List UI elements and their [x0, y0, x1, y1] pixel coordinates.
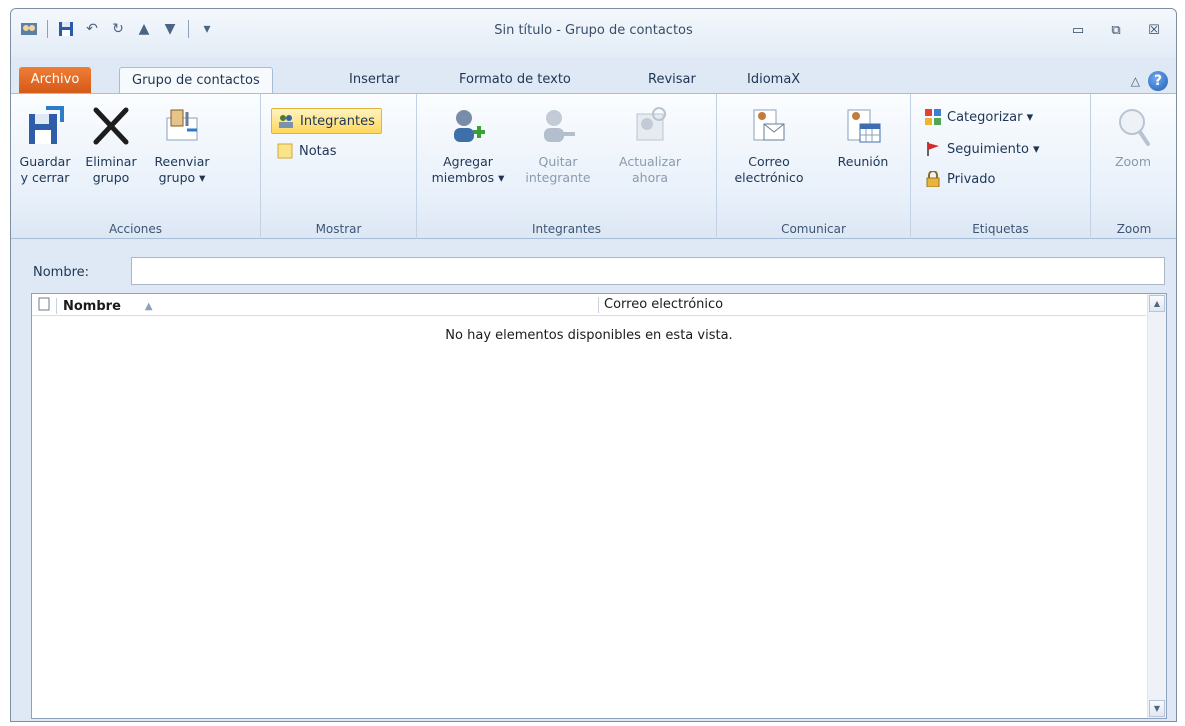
- reenviar-label: Reenviar: [154, 154, 210, 169]
- categorizar-label: Categorizar ▾: [947, 109, 1034, 125]
- categorize-icon: [925, 109, 941, 125]
- privado-label: Privado: [947, 171, 996, 187]
- save-close-icon: [25, 104, 65, 148]
- integrantes-toggle[interactable]: Integrantes: [271, 108, 382, 134]
- correo-electronico-button[interactable]: Correo electrónico: [723, 102, 815, 206]
- group-label-zoom: Zoom: [1116, 222, 1152, 236]
- empty-list-message: No hay elementos disponibles en esta vis…: [445, 328, 733, 343]
- group-zoom: Zoom Zoom: [1091, 94, 1176, 240]
- seguimiento-button[interactable]: Seguimiento ▾: [919, 136, 1046, 162]
- reunion-button[interactable]: Reunión: [823, 102, 903, 206]
- correo-label-2: electrónico: [734, 170, 804, 185]
- sort-ascending-icon: ▲: [144, 300, 153, 312]
- add-member-icon: [448, 104, 488, 148]
- contact-group-body: Nombre: Nombre ▲ Correo electrónico No h…: [11, 239, 1176, 721]
- agregar-miembros-button[interactable]: Agregar miembros ▾: [423, 102, 513, 206]
- ribbon-tabs: Archivo Grupo de contactos Insertar Form…: [11, 63, 1176, 93]
- quitar-label: Quitar: [538, 154, 578, 169]
- window-controls: ▭ ⧉ ☒: [1064, 19, 1168, 41]
- group-label-etiquetas: Etiquetas: [972, 222, 1029, 236]
- actualizar-label: Actualizar: [619, 154, 681, 169]
- guardar-y-cerrar-button[interactable]: Guardar y cerrar: [15, 102, 75, 206]
- scroll-down-icon[interactable]: ▼: [1149, 700, 1165, 717]
- contact-group-window: ↶ ↻ ▲ ▼ ▾ Sin título - Grupo de contacto…: [10, 8, 1177, 722]
- help-icon[interactable]: ?: [1148, 71, 1168, 91]
- tab-right-controls: △ ?: [1131, 71, 1168, 91]
- notas-label: Notas: [299, 143, 337, 159]
- remove-member-icon: [538, 104, 578, 148]
- name-label: Nombre:: [33, 265, 90, 280]
- guardar-label-2: y cerrar: [20, 170, 70, 185]
- name-field[interactable]: [131, 257, 1165, 285]
- agregar-label: Agregar: [443, 154, 493, 169]
- group-label-acciones: Acciones: [108, 222, 163, 236]
- group-label-mostrar: Mostrar: [315, 222, 362, 236]
- group-integrantes: Agregar miembros ▾ Quitar integrante Act…: [417, 94, 717, 240]
- ribbon: Guardar y cerrar Eliminar grupo Reenviar…: [11, 93, 1176, 240]
- scroll-up-icon[interactable]: ▲: [1149, 295, 1165, 312]
- tab-formato-de-texto[interactable]: Formato de texto: [447, 67, 583, 93]
- notas-button[interactable]: Notas: [271, 138, 343, 164]
- magnifier-icon: [1113, 104, 1153, 148]
- privado-button[interactable]: Privado: [919, 166, 1001, 192]
- header-correo[interactable]: Correo electrónico: [604, 297, 723, 312]
- tab-idiomax[interactable]: IdiomaX: [735, 67, 812, 93]
- minimize-ribbon-icon[interactable]: △: [1131, 74, 1140, 88]
- reenviar-grupo-button[interactable]: Reenviar grupo ▾: [147, 102, 217, 206]
- list-header: Nombre ▲ Correo electrónico: [32, 294, 1146, 316]
- tab-insertar[interactable]: Insertar: [337, 67, 412, 93]
- group-label-integrantes: Integrantes: [531, 222, 602, 236]
- restore-icon[interactable]: ⧉: [1102, 19, 1130, 41]
- quitar-integrante-button[interactable]: Quitar integrante: [515, 102, 601, 206]
- agregar-label-2: miembros ▾: [431, 170, 505, 185]
- eliminar-label: Eliminar: [85, 154, 137, 169]
- flag-icon: [925, 141, 941, 157]
- notes-icon: [277, 143, 293, 159]
- tab-archivo[interactable]: Archivo: [19, 67, 91, 93]
- zoom-label: Zoom: [1114, 154, 1152, 169]
- reenviar-label-2: grupo ▾: [158, 170, 206, 185]
- title-bar: ↶ ↻ ▲ ▼ ▾ Sin título - Grupo de contacto…: [11, 9, 1176, 57]
- correo-column-label: Correo electrónico: [604, 297, 724, 312]
- members-list: Nombre ▲ Correo electrónico No hay eleme…: [31, 293, 1167, 719]
- document-icon: [38, 297, 50, 315]
- eliminar-label-2: grupo: [92, 170, 130, 185]
- forward-attachment-icon: [162, 104, 202, 148]
- group-acciones: Guardar y cerrar Eliminar grupo Reenviar…: [11, 94, 261, 240]
- correo-label: Correo: [748, 154, 790, 169]
- nombre-column-label: Nombre: [63, 298, 121, 314]
- window-title: Sin título - Grupo de contactos: [494, 23, 693, 38]
- eliminar-grupo-button[interactable]: Eliminar grupo: [81, 102, 141, 206]
- members-icon: [278, 113, 294, 129]
- integrantes-label: Integrantes: [300, 113, 375, 129]
- tab-revisar[interactable]: Revisar: [636, 67, 708, 93]
- vertical-scrollbar[interactable]: ▲ ▼: [1147, 294, 1166, 718]
- actualizar-ahora-button[interactable]: Actualizar ahora: [607, 102, 693, 206]
- quitar-label-2: integrante: [525, 170, 591, 185]
- actualizar-label-2: ahora: [631, 170, 669, 185]
- tab-grupo-de-contactos[interactable]: Grupo de contactos: [119, 67, 273, 93]
- close-icon[interactable]: ☒: [1140, 19, 1168, 41]
- meeting-icon: [843, 104, 883, 148]
- zoom-button[interactable]: Zoom: [1103, 102, 1163, 206]
- seguimiento-label: Seguimiento ▾: [947, 141, 1040, 157]
- header-separator: [598, 297, 599, 313]
- categorizar-button[interactable]: Categorizar ▾: [919, 104, 1039, 130]
- guardar-label: Guardar: [19, 154, 71, 169]
- lock-icon: [925, 171, 941, 187]
- minimize-icon[interactable]: ▭: [1064, 19, 1092, 41]
- reunion-label: Reunión: [837, 154, 889, 169]
- refresh-members-icon: [630, 104, 670, 148]
- group-mostrar: Integrantes Notas Mostrar: [261, 94, 417, 240]
- group-etiquetas: Categorizar ▾ Seguimiento ▾ Privado Etiq…: [911, 94, 1091, 240]
- header-nombre[interactable]: Nombre ▲: [38, 297, 153, 315]
- delete-icon: [91, 104, 131, 148]
- header-separator: [56, 298, 57, 314]
- group-label-comunicar: Comunicar: [781, 222, 846, 236]
- group-comunicar: Correo electrónico Reunión Comunicar: [717, 94, 911, 240]
- email-icon: [749, 104, 789, 148]
